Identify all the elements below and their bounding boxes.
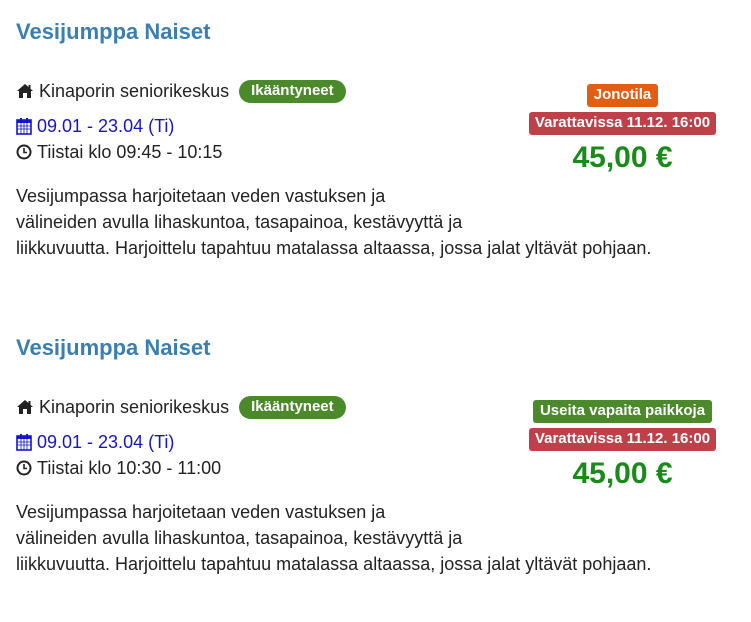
time-row: Tiistai klo 09:45 - 10:15: [16, 140, 222, 164]
course-title-link[interactable]: Vesijumppa Naiset: [16, 19, 210, 45]
date-range-link[interactable]: 09.01 - 23.04 (Ti): [37, 116, 174, 137]
location-row: Kinaporin seniorikeskus Ikääntyneet: [16, 394, 346, 420]
calendar-icon: [16, 433, 32, 451]
course-card: Vesijumppa Naiset Kinaporin seniorikesku…: [16, 332, 736, 622]
session-time: Tiistai klo 10:30 - 11:00: [37, 457, 222, 478]
course-description: Vesijumpassa harjoitetaan veden vastukse…: [16, 499, 716, 577]
description-line: Vesijumpassa harjoitetaan veden vastukse…: [16, 186, 386, 206]
price: 45,00 €: [572, 457, 673, 490]
bookable-from-badge: Varattavissa 11.12. 16:00: [528, 112, 717, 135]
clock-icon: [16, 460, 32, 476]
location-name: Kinaporin seniorikeskus: [39, 80, 230, 101]
category-badge: Ikääntyneet: [239, 395, 346, 419]
date-row: 09.01 - 23.04 (Ti): [16, 430, 174, 454]
booking-panel: Jonotila Varattavissa 11.12. 16:00 45,00…: [516, 84, 729, 175]
description-line: Vesijumpassa harjoitetaan veden vastukse…: [16, 502, 386, 522]
location-row: Kinaporin seniorikeskus Ikääntyneet: [16, 78, 346, 104]
bookable-from-badge: Varattavissa 11.12. 16:00: [528, 428, 717, 451]
description-line: välineiden avulla lihaskuntoa, tasapaino…: [16, 212, 463, 232]
home-icon: [16, 399, 34, 415]
price: 45,00 €: [572, 141, 673, 174]
home-icon: [16, 83, 34, 99]
availability-badge: Useita vapaita paikkoja: [532, 400, 713, 423]
session-time: Tiistai klo 09:45 - 10:15: [37, 141, 223, 162]
course-card: Vesijumppa Naiset Kinaporin seniorikesku…: [16, 16, 736, 306]
date-range-link[interactable]: 09.01 - 23.04 (Ti): [37, 432, 174, 453]
location-name: Kinaporin seniorikeskus: [39, 396, 230, 417]
availability-badge: Jonotila: [586, 84, 659, 107]
course-title-link[interactable]: Vesijumppa Naiset: [16, 335, 210, 361]
date-row: 09.01 - 23.04 (Ti): [16, 114, 174, 138]
time-row: Tiistai klo 10:30 - 11:00: [16, 456, 221, 480]
clock-icon: [16, 144, 32, 160]
description-line: liikkuvuutta. Harjoittelu tapahtuu matal…: [16, 554, 652, 574]
description-line: liikkuvuutta. Harjoittelu tapahtuu matal…: [16, 238, 652, 258]
category-badge: Ikääntyneet: [239, 79, 346, 103]
booking-panel: Useita vapaita paikkoja Varattavissa 11.…: [516, 400, 729, 491]
description-line: välineiden avulla lihaskuntoa, tasapaino…: [16, 528, 463, 548]
course-description: Vesijumpassa harjoitetaan veden vastukse…: [16, 183, 716, 261]
calendar-icon: [16, 117, 32, 135]
